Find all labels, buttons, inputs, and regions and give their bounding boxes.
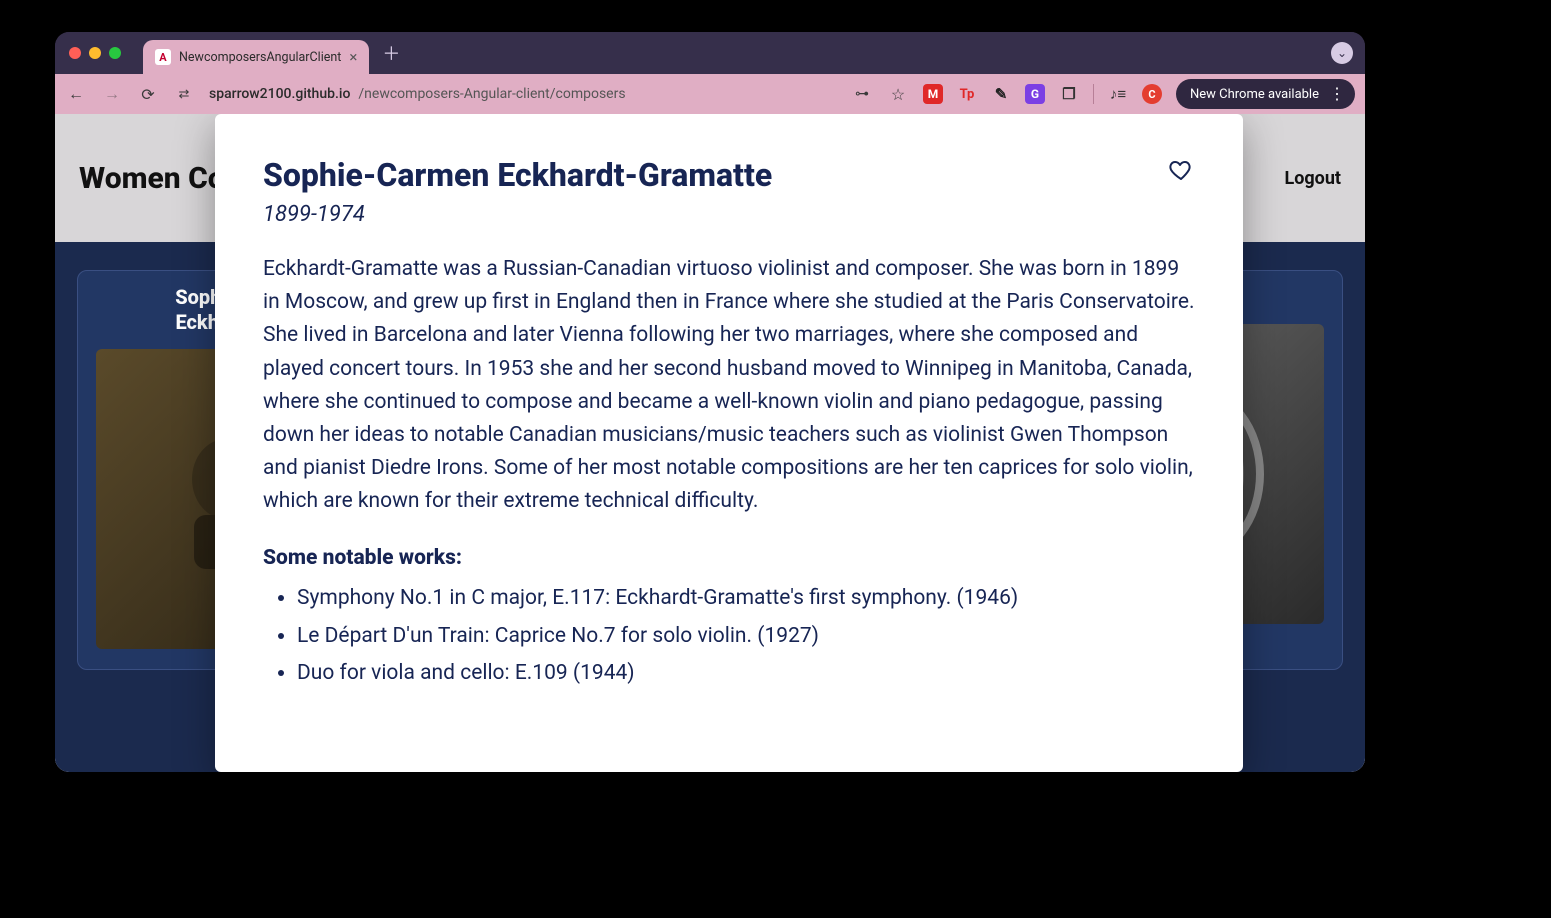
composer-lifespan: 1899-1974 [263,202,772,227]
composer-name-heading: Sophie-Carmen Eckhardt-Gramatte [263,156,772,194]
window-zoom-button[interactable] [109,47,121,59]
tab-strip: A NewcomposersAngularClient × ＋ ⌄ [55,32,1365,74]
extension-mendeley-icon[interactable]: M [923,84,943,104]
chrome-update-label: New Chrome available [1190,87,1319,102]
reload-button[interactable]: ⟳ [137,83,159,105]
notable-works-list: Symphony No.1 in C major, E.117: Eckhard… [263,582,1195,690]
site-info-icon[interactable]: ⇄ [173,83,195,105]
page-viewport: Women Co rofile Logout Sophie-Car Eckhar… [55,114,1365,772]
window-minimize-button[interactable] [89,47,101,59]
back-button[interactable]: ← [65,83,87,105]
favorite-button[interactable] [1167,156,1195,184]
browser-toolbar: ← → ⟳ ⇄ sparrow2100.github.io/newcompose… [55,74,1365,114]
notable-works-heading: Some notable works: [263,546,1195,570]
list-item: Duo for viola and cello: E.109 (1944) [297,657,1195,690]
angular-favicon-icon: A [155,49,171,65]
profile-avatar[interactable]: C [1142,84,1162,104]
tabstrip-overflow: ⌄ [1331,42,1353,64]
site-title: Women Co [79,161,225,196]
extension-tp-icon[interactable]: Tp [957,84,977,104]
window-close-button[interactable] [69,47,81,59]
composer-bio: Eckhardt-Gramatte was a Russian-Canadian… [263,253,1195,518]
url-host: sparrow2100.github.io [209,86,350,102]
chrome-update-pill[interactable]: New Chrome available ⋮ [1176,79,1355,109]
tab-title: NewcomposersAngularClient [179,50,341,65]
tab-close-button[interactable]: × [349,48,357,66]
url-path: /newcomposers-Angular-client/composers [358,86,625,102]
browser-window: A NewcomposersAngularClient × ＋ ⌄ ← → ⟳ … [55,32,1365,772]
nav-logout-link[interactable]: Logout [1284,168,1341,189]
password-key-icon[interactable]: ⊶ [851,83,873,105]
browser-tab[interactable]: A NewcomposersAngularClient × [143,40,369,74]
window-controls [69,47,121,59]
extension-grammarly-icon[interactable]: G [1025,84,1045,104]
composer-detail-modal: Sophie-Carmen Eckhardt-Gramatte 1899-197… [215,114,1243,772]
modal-header: Sophie-Carmen Eckhardt-Gramatte 1899-197… [263,156,1195,227]
chevron-down-icon[interactable]: ⌄ [1331,42,1353,64]
profile-initial: C [1148,88,1155,101]
new-tab-button[interactable]: ＋ [377,39,405,67]
toolbar-divider [1093,84,1094,104]
address-bar[interactable]: sparrow2100.github.io/newcomposers-Angul… [209,86,626,102]
list-item: Le Départ D'un Train: Caprice No.7 for s… [297,620,1195,653]
list-item: Symphony No.1 in C major, E.117: Eckhard… [297,582,1195,615]
side-panel-icon[interactable]: ♪≡ [1108,84,1128,104]
extension-pen-icon[interactable]: ✎ [991,84,1011,104]
heart-icon [1169,158,1193,182]
extensions-menu-icon[interactable]: ❐ [1059,84,1079,104]
forward-button[interactable]: → [101,83,123,105]
bookmark-star-icon[interactable]: ☆ [887,83,909,105]
